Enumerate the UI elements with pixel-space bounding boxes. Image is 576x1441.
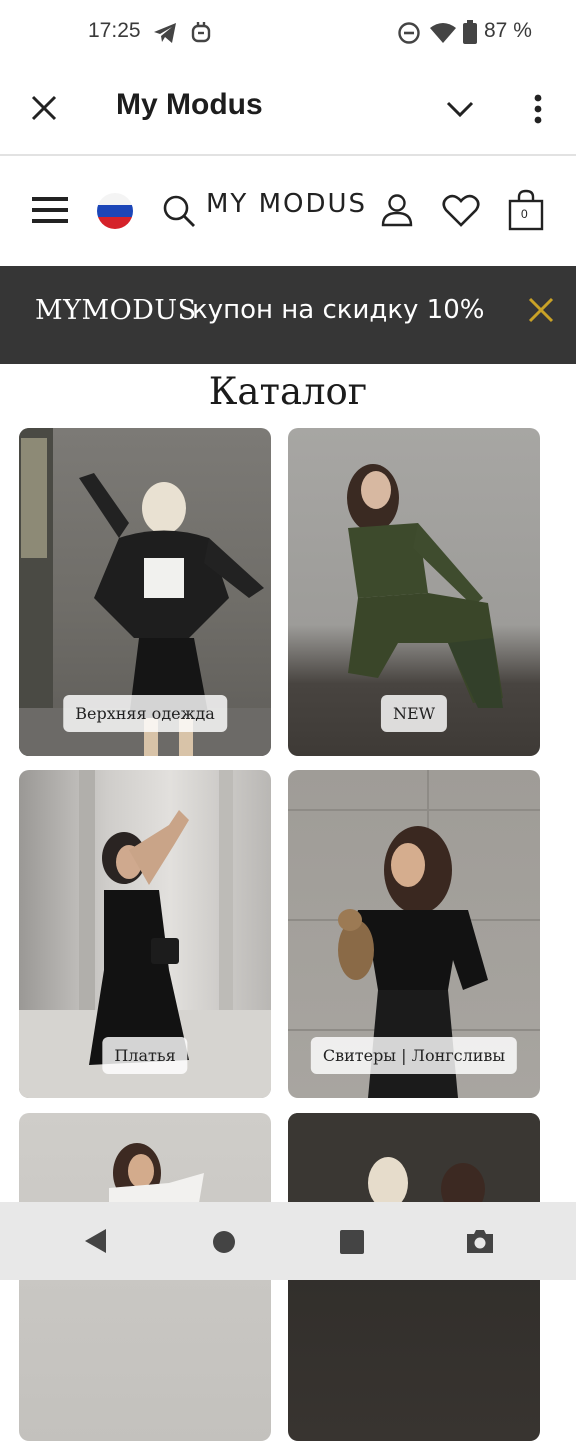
category-label: Свитеры | Лонгсливы (310, 1037, 518, 1074)
category-card-sweaters[interactable]: Свитеры | Лонгсливы (288, 770, 540, 1098)
catalog-title: Каталог (208, 370, 368, 413)
category-label: Платья (102, 1037, 188, 1074)
chevron-down-icon[interactable] (446, 100, 474, 118)
search-icon[interactable] (162, 194, 196, 228)
menu-icon[interactable] (32, 195, 68, 225)
recents-icon[interactable] (340, 1230, 364, 1254)
app-notification-icon (191, 22, 211, 43)
status-bar: 17:25 87 % (0, 0, 576, 66)
home-icon[interactable] (212, 1230, 236, 1254)
russia-flag-icon[interactable] (96, 192, 134, 230)
close-icon[interactable] (31, 95, 57, 121)
browser-toolbar: My Modus (0, 66, 576, 156)
category-card-dresses[interactable]: Платья (19, 770, 271, 1098)
category-label: NEW (380, 695, 448, 732)
category-card-outerwear[interactable]: Верхняя одежда (19, 428, 271, 756)
close-banner-icon[interactable] (527, 296, 555, 324)
back-icon[interactable] (83, 1227, 107, 1255)
do-not-disturb-icon (398, 22, 420, 44)
cart-count: 0 (521, 207, 528, 221)
wifi-icon (430, 23, 456, 43)
promo-banner[interactable]: MYMODUS купон на скидку 10% (0, 266, 576, 364)
telegram-icon (154, 23, 176, 43)
system-nav-bar (0, 1202, 576, 1280)
banner-text: купон на скидку 10% (192, 295, 485, 325)
status-time: 17:25 (88, 19, 141, 42)
heart-icon[interactable] (442, 194, 480, 228)
category-label: Верхняя одежда (63, 695, 227, 732)
battery-percent: 87 % (484, 19, 532, 42)
battery-icon (463, 20, 477, 44)
more-vert-icon[interactable] (532, 94, 544, 124)
banner-brand: MYMODUS (35, 295, 197, 326)
user-icon[interactable] (381, 193, 413, 227)
site-header: MY MODUS 0 (0, 156, 576, 266)
category-card-new[interactable]: NEW (288, 428, 540, 756)
screenshot-icon[interactable] (465, 1227, 495, 1255)
page-title: My Modus (116, 88, 263, 121)
site-logo[interactable]: MY MODUS (206, 189, 367, 219)
